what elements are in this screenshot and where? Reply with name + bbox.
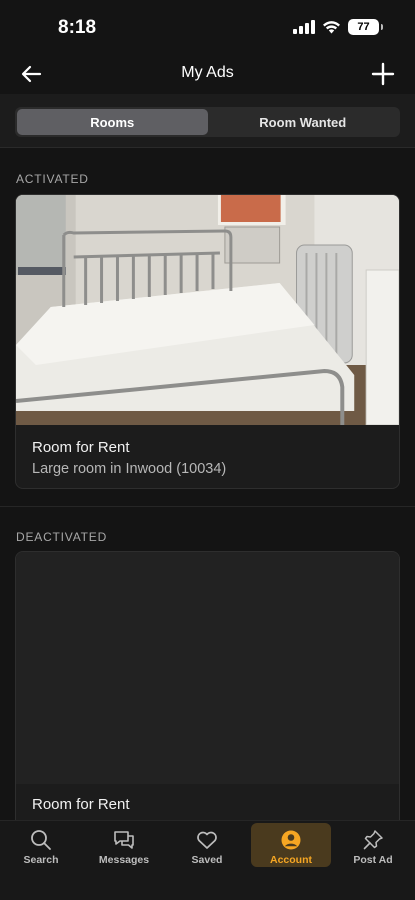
pin-icon [363, 830, 383, 850]
tab-account[interactable]: Account [251, 823, 331, 867]
tab-label: Search [23, 854, 59, 866]
empty-photo-placeholder [16, 552, 399, 784]
segment-bar: Rooms Room Wanted [0, 94, 415, 148]
battery-indicator: 77 [348, 19, 383, 35]
tab-label: Saved [191, 854, 223, 866]
add-icon[interactable] [369, 60, 397, 88]
room-photo [16, 195, 399, 425]
ad-card-activated[interactable]: Room for Rent Large room in Inwood (1003… [15, 194, 400, 489]
status-bar: 8:18 77 [0, 0, 415, 56]
section-label-deactivated: DEACTIVATED [16, 530, 108, 544]
ad-subtitle: Large room in Inwood (10034) [32, 461, 227, 477]
messages-icon [114, 831, 134, 849]
segment-room-wanted[interactable]: Room Wanted [208, 109, 399, 135]
tab-label: Account [270, 854, 312, 866]
section-label-activated: ACTIVATED [16, 172, 89, 186]
ad-title: Room for Rent [32, 439, 130, 456]
signal-icon [293, 20, 315, 34]
tab-label: Post Ad [353, 854, 393, 866]
tab-messages[interactable]: Messages [84, 823, 164, 867]
tab-search[interactable]: Search [1, 823, 81, 867]
battery-level: 77 [357, 21, 370, 33]
segment-rooms[interactable]: Rooms [17, 109, 208, 135]
status-icons: 77 [293, 19, 383, 35]
tab-label: Messages [98, 854, 150, 866]
page-title: My Ads [181, 64, 234, 81]
section-divider [0, 506, 415, 507]
ad-card-deactivated[interactable]: Room for Rent [15, 551, 400, 851]
account-icon [281, 830, 301, 850]
tab-post-ad[interactable]: Post Ad [333, 823, 413, 867]
segmented-control: Rooms Room Wanted [15, 107, 400, 137]
tab-bar: Search Messages Saved Account Post Ad [0, 820, 415, 900]
status-time: 8:18 [58, 17, 97, 38]
wifi-icon [323, 21, 340, 34]
search-icon [31, 830, 51, 850]
nav-bar: My Ads [0, 56, 415, 94]
heart-icon [197, 831, 217, 849]
ad-title: Room for Rent [32, 796, 130, 813]
tab-saved[interactable]: Saved [167, 823, 247, 867]
